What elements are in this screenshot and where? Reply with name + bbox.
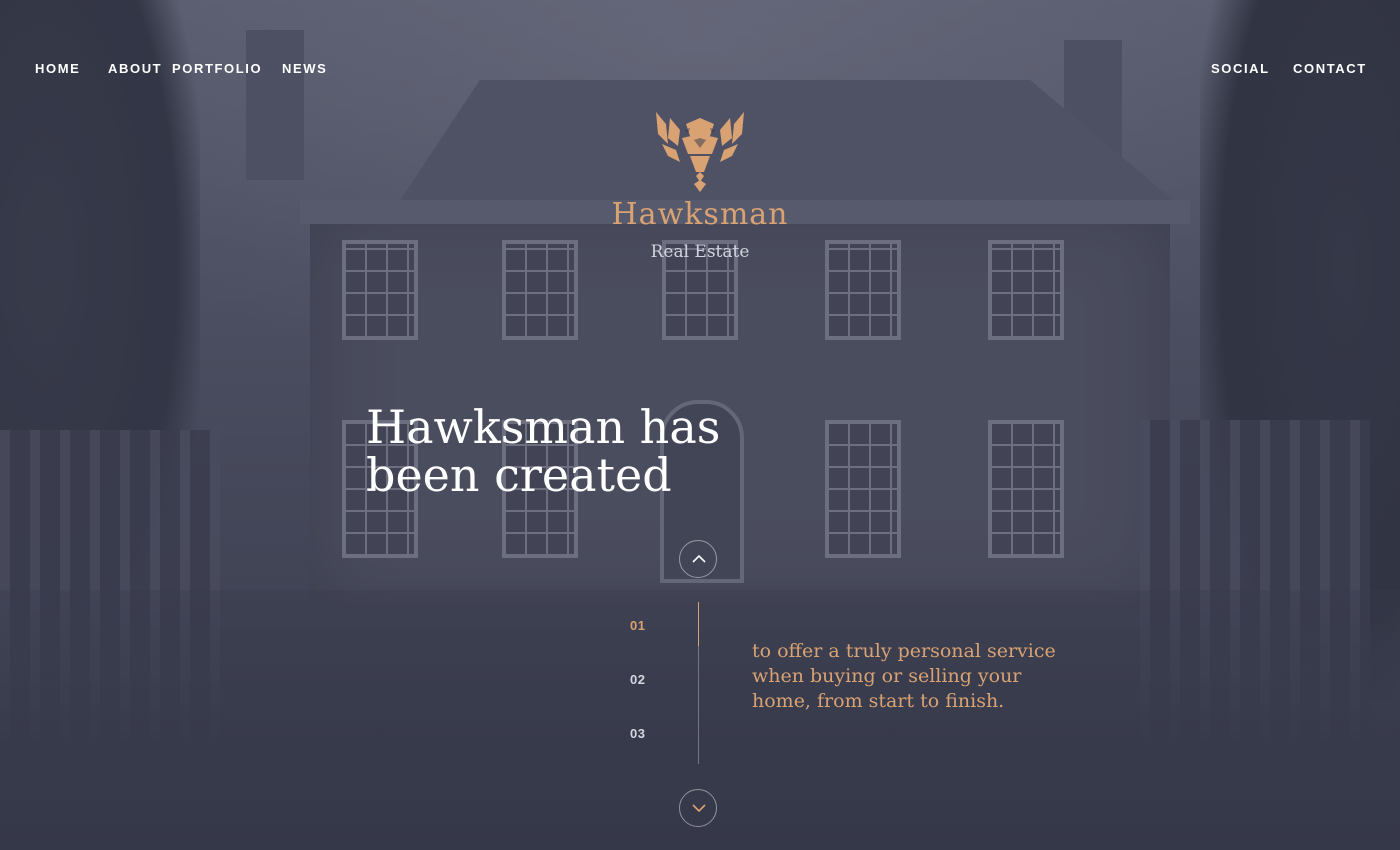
hero-headline: Hawksman has been created bbox=[366, 403, 786, 499]
logo-title: Hawksman bbox=[611, 197, 789, 232]
slide-prev-button[interactable] bbox=[679, 540, 717, 578]
nav-contact[interactable]: CONTACT bbox=[1293, 61, 1367, 76]
headline-line-1: Hawksman has bbox=[366, 400, 721, 454]
nav-news[interactable]: NEWS bbox=[282, 61, 327, 76]
tagline-line-1: to offer a truly personal service bbox=[752, 640, 1056, 662]
nav-about[interactable]: ABOUT bbox=[108, 61, 162, 76]
logo-subtitle: Real Estate bbox=[650, 242, 750, 262]
slide-indicator-01[interactable]: 01 bbox=[630, 618, 645, 633]
tagline-line-2: when buying or selling your bbox=[752, 665, 1022, 687]
slide-indicator-02[interactable]: 02 bbox=[630, 672, 645, 687]
nav-social[interactable]: SOCIAL bbox=[1211, 61, 1270, 76]
hero-tagline: to offer a truly personal service when b… bbox=[752, 639, 1092, 714]
headline-line-2: been created bbox=[366, 448, 672, 502]
chevron-up-icon bbox=[692, 554, 706, 563]
hawk-emblem-icon bbox=[656, 112, 744, 192]
logo[interactable]: Hawksman Real Estate bbox=[600, 110, 800, 262]
nav-portfolio[interactable]: PORTFOLIO bbox=[172, 61, 262, 76]
nav-home[interactable]: HOME bbox=[35, 61, 80, 76]
slide-progress-active bbox=[698, 602, 699, 646]
slide-indicator-03[interactable]: 03 bbox=[630, 726, 645, 741]
tagline-line-3: home, from start to finish. bbox=[752, 690, 1005, 712]
chevron-down-icon bbox=[692, 804, 706, 813]
slide-next-button[interactable] bbox=[679, 789, 717, 827]
